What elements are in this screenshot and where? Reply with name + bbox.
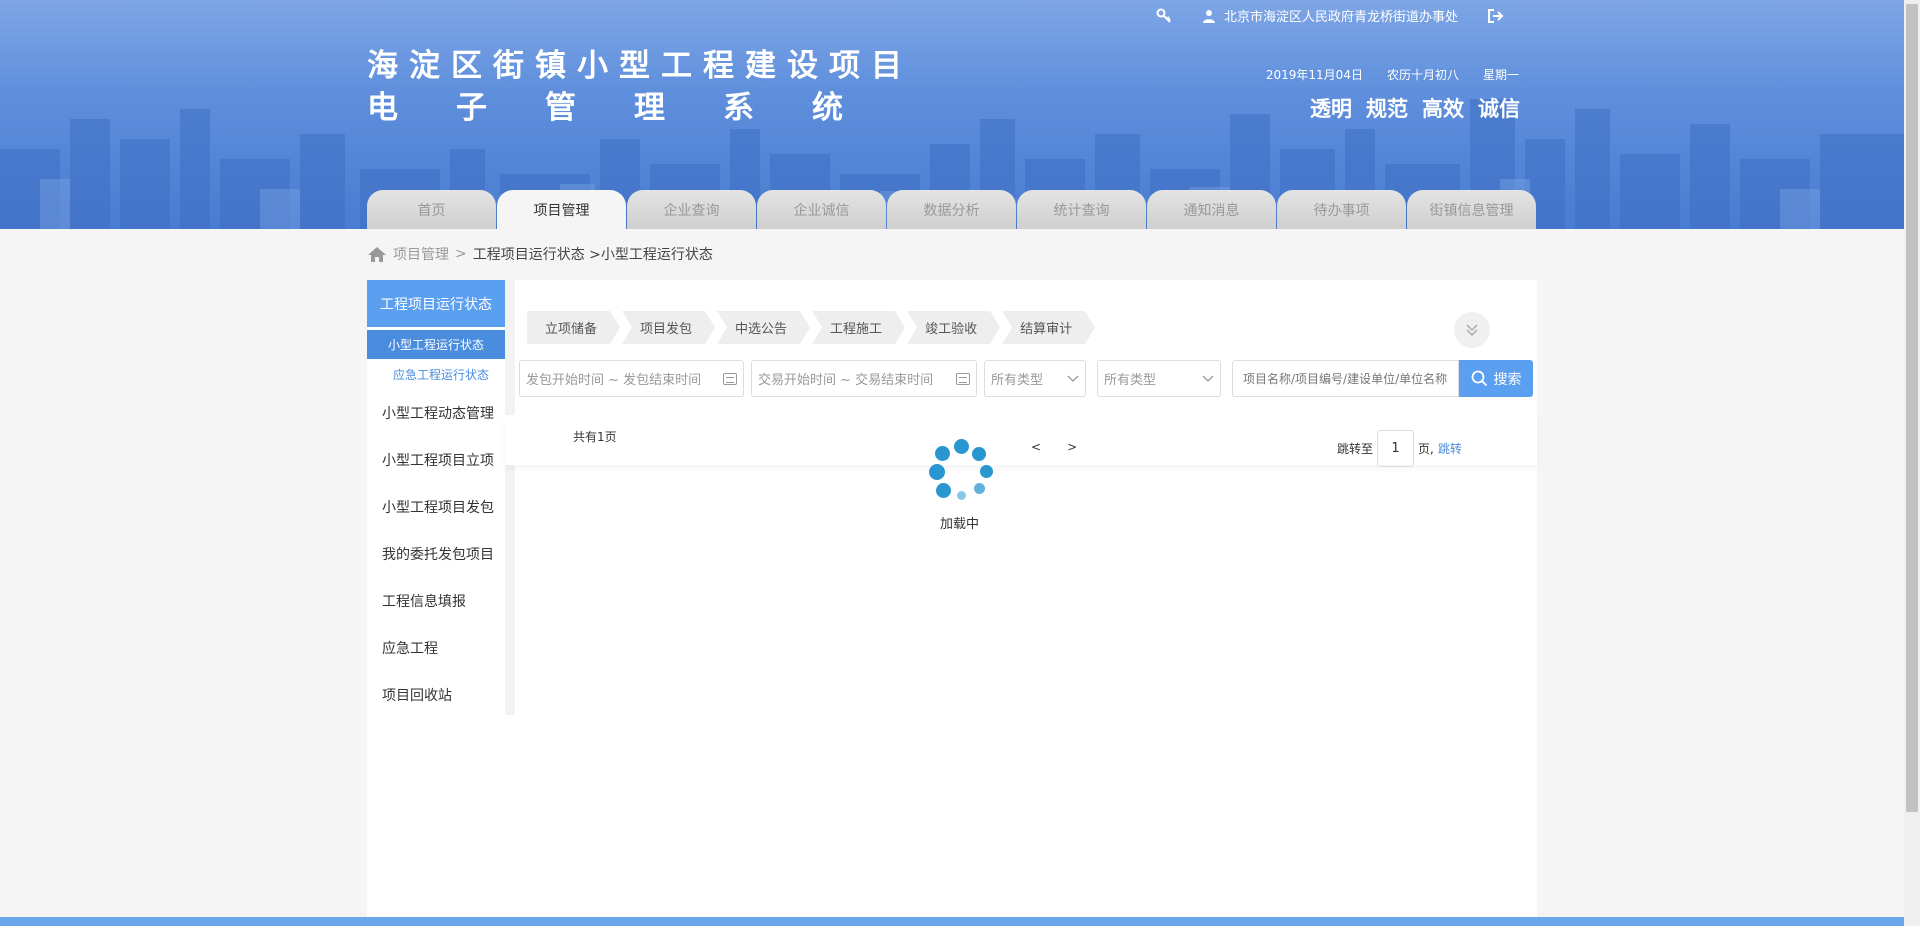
breadcrumb-current: 工程项目运行状态 >小型工程运行状态 [472, 247, 713, 263]
motto: 透明 规范 高效 诚信 [1310, 93, 1520, 123]
date-line: 2019年11月04日 农历十月初八 星期一 [1266, 66, 1519, 83]
pager-arrows: < > [1031, 440, 1077, 454]
vertical-scrollbar[interactable] [1904, 0, 1920, 926]
loading-spinner [929, 439, 993, 503]
spinner-dot [957, 491, 966, 500]
lunar-date: 农历十月初八 [1386, 68, 1459, 82]
tab-notifications[interactable]: 通知消息 [1147, 190, 1276, 229]
sidebar-item-info-entry[interactable]: 工程信息填报 [367, 577, 505, 624]
next-page-button[interactable]: > [1067, 440, 1077, 454]
breadcrumb: 项目管理 > 工程项目运行状态 >小型工程运行状态 [367, 244, 713, 264]
sidebar-item-emergency[interactable]: 应急工程 [367, 624, 505, 671]
current-user[interactable]: 北京市海淀区人民政府青龙桥街道办事处 [1202, 6, 1458, 25]
key-icon[interactable] [1156, 8, 1172, 24]
spinner-dot [974, 483, 985, 494]
sidebar-head[interactable]: 工程项目运行状态 [367, 280, 505, 327]
trade-date-range[interactable]: 交易开始时间 ~ 交易结束时间 [751, 360, 977, 397]
tab-statistics[interactable]: 统计查询 [1017, 190, 1146, 229]
date: 2019年11月04日 [1265, 68, 1363, 82]
sidebar-item-dynamic-management[interactable]: 小型工程动态管理 [367, 389, 505, 436]
loading-text: 加载中 [940, 517, 980, 532]
step-contracting[interactable]: 项目发包 [622, 311, 715, 344]
jump-suffix: 页, [1418, 442, 1434, 456]
sidebar-item-recycle-bin[interactable]: 项目回收站 [367, 671, 505, 718]
step-award-notice[interactable]: 中选公告 [717, 311, 810, 344]
search-icon [1471, 370, 1487, 387]
logout-icon[interactable] [1488, 8, 1504, 23]
step-acceptance[interactable]: 竣工验收 [907, 311, 1000, 344]
collapse-button[interactable] [1454, 312, 1490, 348]
scrollbar-thumb[interactable] [1906, 4, 1918, 812]
motto-word: 诚信 [1478, 97, 1520, 121]
calendar-icon [723, 372, 737, 385]
footer-strip [0, 917, 1904, 926]
breadcrumb-root[interactable]: 项目管理 [393, 244, 449, 264]
jump-prefix: 跳转至 [1337, 442, 1374, 456]
step-reserve[interactable]: 立项储备 [527, 311, 620, 344]
tab-street-info[interactable]: 街镇信息管理 [1407, 190, 1536, 229]
spinner-dot [980, 465, 993, 478]
tab-todo[interactable]: 待办事项 [1277, 190, 1406, 229]
jump-button[interactable]: 跳转 [1438, 440, 1462, 457]
step-construction[interactable]: 工程施工 [812, 311, 905, 344]
calendar-icon [956, 372, 970, 385]
type-select-2-value: 所有类型 [1104, 373, 1157, 388]
trade-date-placeholder: 交易开始时间 ~ 交易结束时间 [758, 373, 934, 388]
tab-data-analysis[interactable]: 数据分析 [887, 190, 1016, 229]
spinner-dot [954, 439, 969, 454]
motto-word: 规范 [1366, 97, 1408, 121]
tab-company-credit[interactable]: 企业诚信 [757, 190, 886, 229]
main-nav: 首页 项目管理 企业查询 企业诚信 数据分析 统计查询 通知消息 待办事项 街镇… [367, 190, 1536, 229]
page-jump: 跳转至 1 页, 跳转 [1337, 430, 1462, 467]
search-button-label: 搜索 [1493, 371, 1522, 388]
tab-company-query[interactable]: 企业查询 [627, 190, 756, 229]
motto-word: 透明 [1310, 97, 1352, 121]
motto-word: 高效 [1422, 97, 1464, 121]
chevron-down-icon [1067, 375, 1079, 382]
page-header: 北京市海淀区人民政府青龙桥街道办事处 海淀区街镇小型工程建设项目 电子管理系统 … [0, 0, 1904, 229]
search-placeholder: 项目名称/项目编号/建设单位/单位名称 [1243, 372, 1448, 386]
chevron-down-icon [1202, 375, 1214, 382]
prev-page-button[interactable]: < [1031, 440, 1041, 454]
page-number-input[interactable]: 1 [1377, 430, 1415, 467]
search-input[interactable]: 项目名称/项目编号/建设单位/单位名称 [1232, 360, 1459, 397]
title-line-2: 电子管理系统 [367, 90, 901, 126]
type-select-2[interactable]: 所有类型 [1097, 360, 1221, 397]
double-chevron-down-icon [1466, 324, 1478, 337]
sidebar-item-project-approval[interactable]: 小型工程项目立项 [367, 436, 505, 483]
breadcrumb-separator: > [455, 246, 467, 262]
project-steps: 立项储备 项目发包 中选公告 工程施工 竣工验收 结算审计 [527, 311, 1097, 344]
tab-project-management[interactable]: 项目管理 [497, 190, 626, 229]
step-audit[interactable]: 结算审计 [1002, 311, 1095, 344]
home-icon[interactable] [367, 246, 387, 263]
type-select-1-value: 所有类型 [991, 373, 1044, 388]
type-select-1[interactable]: 所有类型 [984, 360, 1086, 397]
content-panel: 工程项目运行状态 小型工程运行状态 应急工程运行状态 小型工程动态管理 小型工程… [367, 280, 1537, 926]
contract-date-range[interactable]: 发包开始时间 ~ 发包结束时间 [519, 360, 744, 397]
spinner-dot [936, 483, 951, 498]
sidebar-sub-small-project-status[interactable]: 小型工程运行状态 [367, 330, 505, 359]
sidebar: 工程项目运行状态 小型工程运行状态 应急工程运行状态 小型工程动态管理 小型工程… [367, 280, 505, 715]
spinner-dot [929, 464, 945, 480]
sidebar-divider [505, 280, 515, 715]
spinner-dot [972, 447, 986, 461]
page-total: 共有1页 [573, 430, 617, 444]
contract-date-placeholder: 发包开始时间 ~ 发包结束时间 [526, 373, 702, 388]
title-line-1: 海淀区街镇小型工程建设项目 [367, 48, 913, 84]
user-icon [1202, 9, 1215, 23]
system-title: 海淀区街镇小型工程建设项目 电子管理系统 [367, 45, 913, 129]
sidebar-sub-emergency-status[interactable]: 应急工程运行状态 [367, 359, 505, 389]
user-name: 北京市海淀区人民政府青龙桥街道办事处 [1223, 10, 1458, 25]
tab-home[interactable]: 首页 [367, 190, 496, 229]
sidebar-item-my-commissions[interactable]: 我的委托发包项目 [367, 530, 505, 577]
filter-bar: 发包开始时间 ~ 发包结束时间 交易开始时间 ~ 交易结束时间 所有类型 所有类… [519, 360, 1533, 397]
spinner-dot [935, 446, 950, 461]
weekday: 星期一 [1482, 68, 1519, 82]
top-bar: 北京市海淀区人民政府青龙桥街道办事处 [1156, 6, 1504, 25]
search-button[interactable]: 搜索 [1459, 360, 1533, 397]
sidebar-item-project-contracting[interactable]: 小型工程项目发包 [367, 483, 505, 530]
